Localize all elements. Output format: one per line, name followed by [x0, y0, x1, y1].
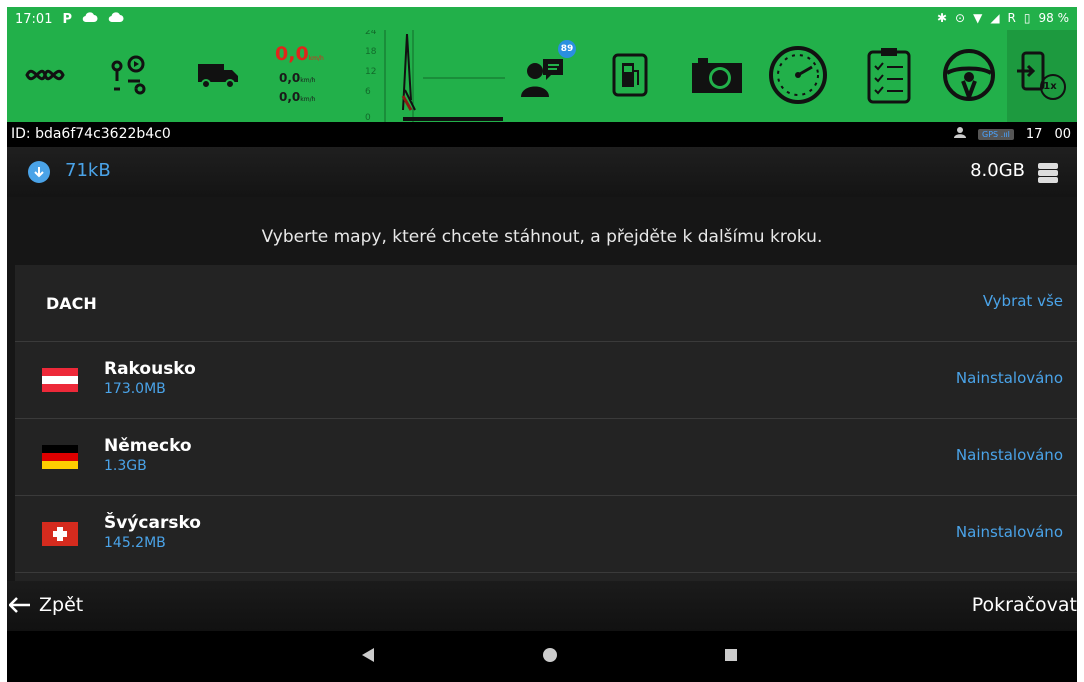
message-count-badge: 89: [558, 40, 576, 58]
steering-wheel-icon[interactable]: [936, 42, 1002, 108]
back-label: Zpět: [39, 594, 84, 616]
map-region-card: DACH Vybrat vše Rakousko 173.0MB Nainsta…: [15, 265, 1077, 581]
map-download-page: 71kB 8.0GB Vyberte mapy, které chcete st…: [7, 147, 1077, 581]
speed-secondary-1: 0,0: [279, 71, 301, 85]
gauge-tick: 6: [365, 87, 371, 97]
region-title: DACH: [46, 294, 97, 313]
country-size: 173.0MB: [104, 381, 166, 397]
gauge-tick: 0: [365, 113, 371, 122]
speed-unit: km/h: [308, 55, 324, 62]
cloud-upload-icon: [108, 11, 124, 27]
country-name: Švýcarsko: [104, 513, 201, 533]
install-status[interactable]: Nainstalováno: [956, 523, 1063, 541]
switzerland-flag-icon: [42, 522, 78, 546]
truck-icon[interactable]: [185, 42, 251, 108]
wifi-icon: ▼: [973, 11, 983, 25]
speed-unit: km/h: [300, 77, 316, 84]
storage-icon: [1037, 162, 1059, 184]
country-size: 1.3GB: [104, 458, 147, 474]
status-time: 17:01: [15, 11, 53, 27]
download-size: 71kB: [65, 160, 111, 181]
counter-primary: 17: [1025, 126, 1043, 142]
checklist-icon[interactable]: [856, 42, 922, 108]
login-count-label: 1x: [1043, 81, 1057, 92]
battery-icon: ▯: [1023, 11, 1031, 25]
speed-unit: km/h: [300, 96, 316, 103]
app-screen: 17:01 P ✱ ⊙ ▼ ◢ R ▯ 98 % 0,0km/h 0,0km/h…: [7, 7, 1077, 682]
arrow-left-icon: [9, 597, 30, 613]
speed-graph: 24 18 12 6 0: [345, 27, 505, 123]
location-icon: ⊙: [955, 11, 966, 25]
germany-flag-icon: [42, 445, 78, 469]
instruction-text: Vyberte mapy, které chcete stáhnout, a p…: [261, 227, 823, 247]
nav-home-icon[interactable]: [542, 647, 558, 667]
device-id: ID: bda6f74c3622b4c0: [11, 126, 171, 142]
country-row[interactable]: Švýcarsko 145.2MB Nainstalováno: [15, 496, 1077, 573]
user-icon: [954, 126, 967, 142]
tachograph-icon[interactable]: [765, 42, 831, 108]
battery-level: 98 %: [1038, 11, 1070, 25]
gauge-tick: 24: [365, 30, 377, 37]
back-button[interactable]: Zpět: [9, 594, 83, 616]
counter-secondary: 00: [1054, 126, 1071, 142]
nav-back-icon[interactable]: [361, 647, 375, 667]
speed-readout: 0,0km/h 0,0km/h 0,0km/h: [265, 40, 345, 118]
route-stops-icon[interactable]: [95, 42, 161, 108]
signal-icon: ◢: [990, 11, 1000, 25]
parking-icon: P: [62, 11, 72, 27]
country-name: Rakousko: [104, 359, 196, 379]
status-bar: 17:01 P ✱ ⊙ ▼ ◢ R ▯ 98 %: [7, 7, 1077, 30]
cloud-icon: [82, 11, 98, 27]
free-storage: 8.0GB: [970, 160, 1025, 181]
android-navigation-bar: [7, 631, 1077, 682]
gps-label: GPS: [982, 129, 999, 139]
country-row[interactable]: Rakousko 173.0MB Nainstalováno: [15, 342, 1077, 419]
main-toolbar: 0,0km/h 0,0km/h 0,0km/h 24 18 12 6 0 89: [7, 27, 1077, 123]
gauge-tick: 18: [365, 47, 377, 57]
country-size: 145.2MB: [104, 535, 166, 551]
austria-flag-icon: [42, 368, 78, 392]
wizard-navigation: Zpět Pokračovat: [7, 581, 1077, 631]
select-all-link[interactable]: Vybrat vše: [983, 292, 1063, 310]
gps-signal-icon: GPS .ııl: [978, 128, 1014, 140]
fuel-receipt-icon[interactable]: [597, 42, 663, 108]
continue-button[interactable]: Pokračovat: [972, 594, 1077, 616]
route-pattern-icon[interactable]: [12, 42, 78, 108]
install-status[interactable]: Nainstalováno: [956, 446, 1063, 464]
device-login-button[interactable]: 1x: [1007, 30, 1077, 122]
region-header: DACH Vybrat vše: [15, 265, 1077, 342]
nav-recents-icon[interactable]: [724, 647, 738, 666]
phone-login-icon: [1017, 51, 1066, 100]
install-status[interactable]: Nainstalováno: [956, 369, 1063, 387]
download-icon: [28, 161, 50, 183]
camera-icon[interactable]: [684, 42, 750, 108]
bluetooth-icon: ✱: [936, 11, 948, 25]
download-info-row: 71kB 8.0GB: [7, 147, 1077, 197]
gauge-tick: 12: [365, 67, 376, 77]
speed-secondary-2: 0,0: [279, 90, 301, 104]
device-id-bar: ID: bda6f74c3622b4c0 GPS .ııl 17 00: [7, 122, 1077, 147]
country-name: Německo: [104, 436, 192, 456]
country-row[interactable]: Německo 1.3GB Nainstalováno: [15, 419, 1077, 496]
current-speed: 0,0: [275, 43, 309, 65]
network-type: R: [1007, 11, 1016, 25]
